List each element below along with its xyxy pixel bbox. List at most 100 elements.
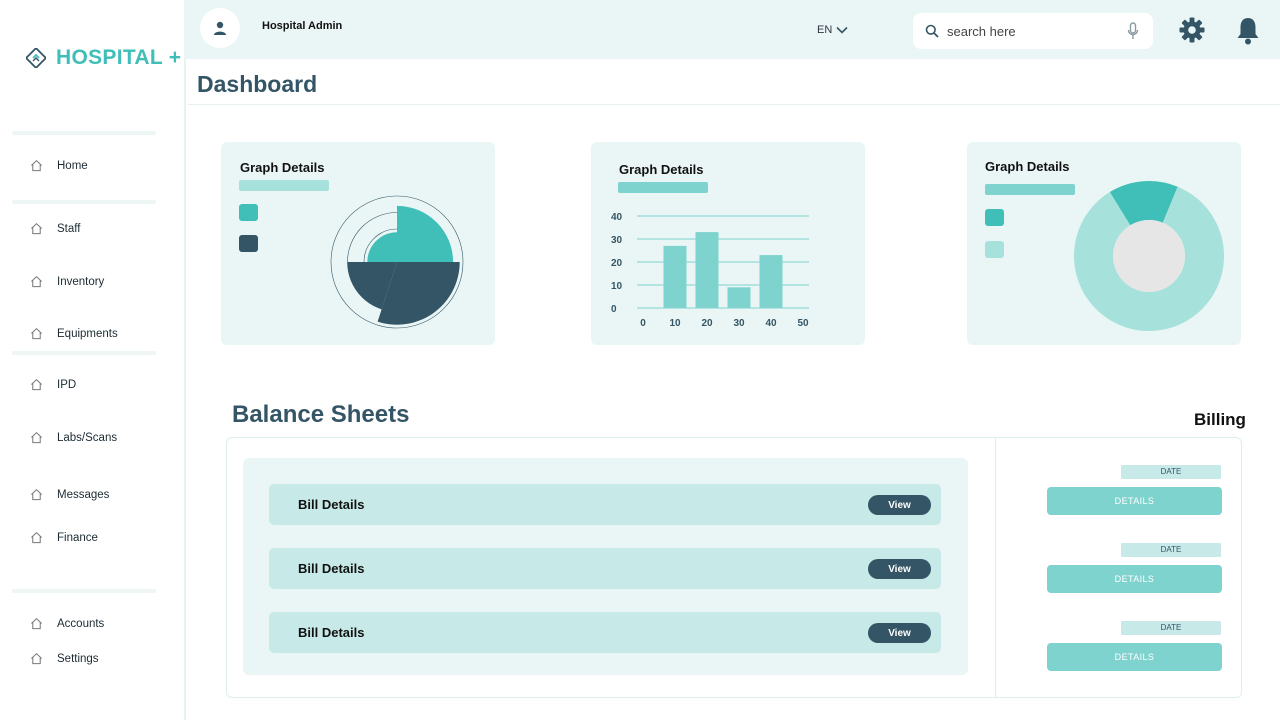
sidebar-divider (12, 200, 156, 204)
microphone-icon[interactable] (1127, 22, 1139, 40)
y-tick-label: 0 (611, 304, 617, 315)
x-tick-label: 40 (765, 318, 777, 329)
legend-swatch (985, 209, 1004, 226)
card-subtitle-bar (985, 184, 1075, 195)
home-icon (31, 159, 42, 172)
sidebar: HOSPITAL + Home Staff Inventory Equipmen… (0, 0, 186, 720)
title-divider (188, 104, 1280, 105)
bill-row: Bill Details View (269, 612, 941, 653)
sidebar-item-inventory[interactable]: Inventory (30, 275, 104, 288)
bill-row: Bill Details View (269, 548, 941, 589)
panel-divider (995, 438, 996, 697)
sidebar-item-label: Messages (57, 488, 110, 501)
sidebar-item-equipments[interactable]: Equipments (30, 327, 118, 340)
view-bill-button[interactable]: View (868, 559, 931, 579)
search-input[interactable] (947, 23, 1107, 39)
sidebar-item-ipd[interactable]: IPD (30, 378, 76, 391)
card-title: Graph Details (240, 160, 325, 175)
legend-swatch (239, 204, 258, 221)
sidebar-item-label: Staff (57, 222, 81, 235)
sidebar-item-messages[interactable]: Messages (30, 488, 109, 501)
home-icon (31, 652, 42, 665)
bill-label: Bill Details (298, 497, 365, 512)
legend-swatch (985, 241, 1004, 258)
donut-chart (1074, 181, 1224, 331)
graph-card-bar: Graph Details 0 10 20 30 40 0 10 20 30 40 50 (591, 142, 865, 345)
billing-title: Billing (1194, 410, 1246, 429)
app-root: HOSPITAL + Home Staff Inventory Equipmen… (0, 0, 1280, 720)
home-icon (31, 327, 42, 340)
user-name: Hospital Admin (262, 20, 343, 32)
sidebar-divider (12, 351, 156, 355)
x-tick-label: 30 (733, 318, 745, 329)
brand-logo[interactable]: HOSPITAL + (24, 46, 182, 70)
bar (663, 245, 687, 308)
card-subtitle-bar (618, 182, 708, 193)
home-icon (31, 617, 42, 630)
card-subtitle-bar (239, 180, 329, 191)
sidebar-item-label: Labs/Scans (57, 431, 118, 444)
y-tick-label: 20 (611, 258, 623, 269)
sidebar-divider (12, 589, 156, 593)
bell-icon[interactable] (1236, 16, 1260, 46)
graph-card-donut: Graph Details (967, 142, 1241, 345)
details-button[interactable]: DETAILS (1047, 643, 1222, 671)
y-tick-label: 40 (611, 212, 623, 223)
card-title: Graph Details (985, 159, 1070, 174)
top-bar: Hospital Admin EN (184, 0, 1280, 59)
y-tick-label: 30 (611, 235, 623, 246)
search-bar (913, 13, 1153, 49)
sidebar-item-label: Accounts (57, 617, 105, 630)
sidebar-item-staff[interactable]: Staff (30, 222, 80, 235)
sidebar-item-label: Finance (57, 531, 98, 544)
bill-label: Bill Details (298, 561, 365, 576)
sidebar-item-finance[interactable]: Finance (30, 531, 98, 544)
sidebar-divider (12, 131, 156, 135)
bill-label: Bill Details (298, 625, 365, 640)
home-icon (31, 378, 42, 391)
sidebar-item-label: IPD (57, 378, 77, 391)
page-title: Dashboard (197, 71, 318, 97)
sidebar-item-settings[interactable]: Settings (30, 652, 99, 665)
x-tick-label: 50 (797, 318, 809, 329)
donut-hole (1113, 220, 1185, 292)
view-bill-button[interactable]: View (868, 623, 931, 643)
polar-slice (367, 232, 397, 262)
avatar[interactable] (200, 8, 240, 48)
brand-name: HOSPITAL + (56, 46, 182, 69)
polar-area-chart (330, 195, 464, 329)
details-button[interactable]: DETAILS (1047, 487, 1222, 515)
bar (727, 287, 751, 308)
home-icon (31, 488, 42, 501)
billing-date: DATE (1121, 543, 1221, 557)
sidebar-item-label: Inventory (57, 275, 105, 288)
card-title: Graph Details (619, 162, 704, 177)
details-button[interactable]: DETAILS (1047, 565, 1222, 593)
billing-date: DATE (1121, 465, 1221, 479)
x-tick-label: 20 (701, 318, 713, 329)
user-icon (214, 21, 226, 35)
language-label: EN (817, 24, 833, 36)
home-icon (31, 275, 42, 288)
bar (695, 232, 719, 308)
home-icon (31, 431, 42, 444)
logo-icon (24, 46, 48, 70)
chevron-down-icon (836, 26, 848, 34)
view-bill-button[interactable]: View (868, 495, 931, 515)
sidebar-item-accounts[interactable]: Accounts (30, 617, 104, 630)
legend-swatch (239, 235, 258, 252)
gear-icon[interactable] (1178, 16, 1206, 44)
sidebar-item-label: Settings (57, 652, 99, 665)
sidebar-item-label: Equipments (57, 327, 118, 340)
bar (759, 255, 783, 308)
sidebar-item-home[interactable]: Home (30, 159, 88, 172)
search-icon (925, 24, 939, 38)
sidebar-item-labs-scans[interactable]: Labs/Scans (30, 431, 117, 444)
home-icon (31, 531, 42, 544)
language-selector[interactable]: EN (817, 24, 848, 36)
sidebar-item-label: Home (57, 159, 88, 172)
billing-date: DATE (1121, 621, 1221, 635)
x-tick-label: 0 (640, 318, 646, 329)
x-tick-label: 10 (669, 318, 681, 329)
bill-row: Bill Details View (269, 484, 941, 525)
